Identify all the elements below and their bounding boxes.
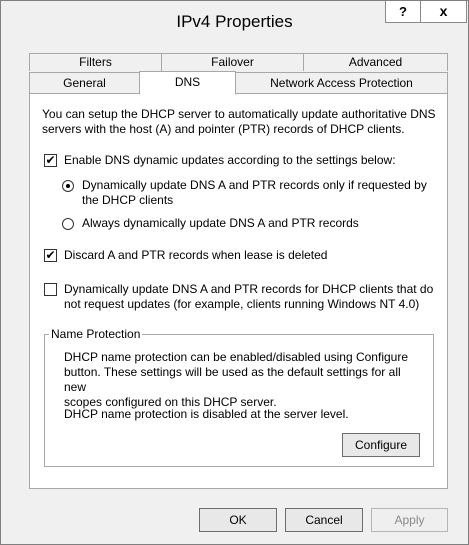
update-if-requested-label: Dynamically update DNS A and PTR records… xyxy=(82,178,442,208)
update-non-requesting-checkbox[interactable] xyxy=(44,283,57,296)
always-update-radio[interactable] xyxy=(62,218,74,230)
configure-button[interactable]: Configure xyxy=(342,433,420,457)
name-protection-status: DHCP name protection is disabled at the … xyxy=(64,407,349,421)
intro-line: You can setup the DHCP server to automat… xyxy=(42,107,436,121)
tab-label: General xyxy=(63,76,106,90)
tab-label: Advanced xyxy=(348,55,403,69)
radio-label-line: the DHCP clients xyxy=(82,193,174,207)
tab-advanced[interactable]: Advanced xyxy=(303,53,448,71)
tab-label: DNS xyxy=(174,75,201,89)
description-line: button. These settings will be used as t… xyxy=(64,365,401,394)
discard-records-checkbox[interactable]: ✔ xyxy=(44,249,57,262)
name-protection-legend: Name Protection xyxy=(49,327,143,341)
ipv4-properties-dialog: IPv4 Properties ? x Filters Failover Adv… xyxy=(0,0,469,545)
title-bar[interactable]: IPv4 Properties ? x xyxy=(1,1,468,43)
tab-failover[interactable]: Failover xyxy=(161,53,304,71)
tab-filters[interactable]: Filters xyxy=(29,53,162,71)
ok-button[interactable]: OK xyxy=(199,508,277,532)
discard-records-label: Discard A and PTR records when lease is … xyxy=(64,248,328,262)
name-protection-description: DHCP name protection can be enabled/disa… xyxy=(64,350,424,410)
tab-network-access-protection[interactable]: Network Access Protection xyxy=(235,72,448,94)
enable-dns-updates-checkbox[interactable]: ✔ xyxy=(44,154,57,167)
dns-intro-text: You can setup the DHCP server to automat… xyxy=(42,107,442,137)
enable-dns-updates-label: Enable DNS dynamic updates according to … xyxy=(64,153,396,167)
tab-label: Network Access Protection xyxy=(270,76,413,90)
always-update-label: Always dynamically update DNS A and PTR … xyxy=(82,216,359,230)
checkbox-label-line: Dynamically update DNS A and PTR records… xyxy=(64,282,434,296)
close-button[interactable]: x xyxy=(421,1,467,23)
help-button[interactable]: ? xyxy=(385,1,421,23)
apply-button[interactable]: Apply xyxy=(371,508,448,532)
update-if-requested-radio[interactable] xyxy=(62,180,74,192)
update-non-requesting-label: Dynamically update DNS A and PTR records… xyxy=(64,282,444,312)
dns-tab-panel: You can setup the DHCP server to automat… xyxy=(29,93,448,489)
radio-label-line: Dynamically update DNS A and PTR records… xyxy=(82,178,427,192)
tab-general[interactable]: General xyxy=(29,72,140,94)
name-protection-group: Name Protection DHCP name protection can… xyxy=(44,327,434,467)
checkbox-label-line: not request updates (for example, client… xyxy=(64,297,420,311)
tab-label: Failover xyxy=(211,55,254,69)
cancel-button[interactable]: Cancel xyxy=(285,508,363,532)
intro-line: servers with the host (A) and pointer (P… xyxy=(42,122,405,136)
tab-label: Filters xyxy=(79,55,112,69)
description-line: DHCP name protection can be enabled/disa… xyxy=(64,350,408,364)
tab-dns[interactable]: DNS xyxy=(139,71,236,95)
